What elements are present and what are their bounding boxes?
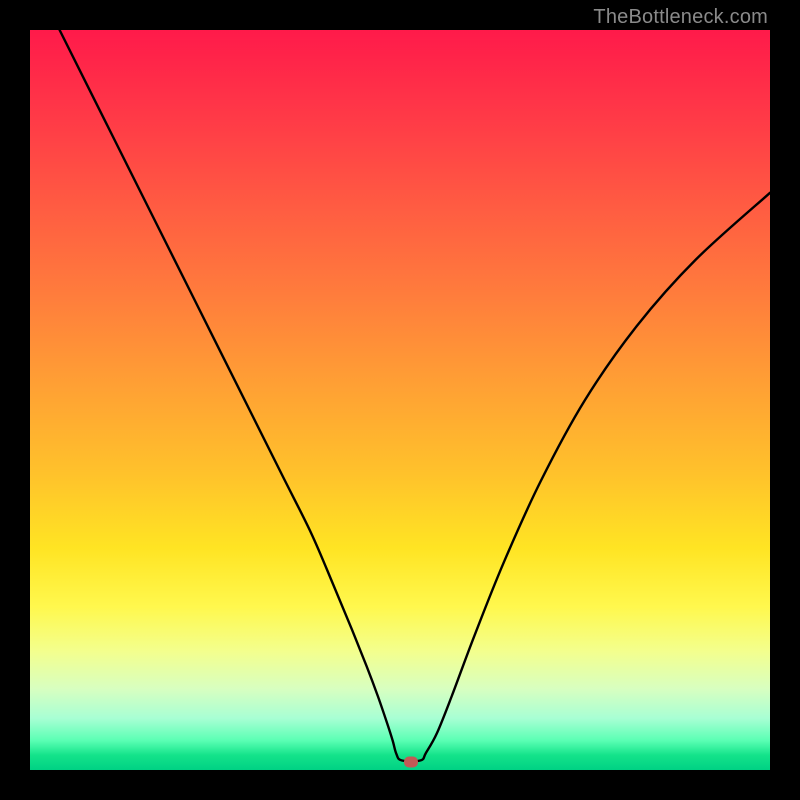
watermark-text: TheBottleneck.com (593, 6, 768, 29)
chart-frame: TheBottleneck.com (0, 0, 800, 800)
optimal-point-marker (404, 756, 418, 767)
curve-svg (30, 30, 770, 770)
bottleneck-curve (60, 30, 770, 761)
plot-area (30, 30, 770, 770)
